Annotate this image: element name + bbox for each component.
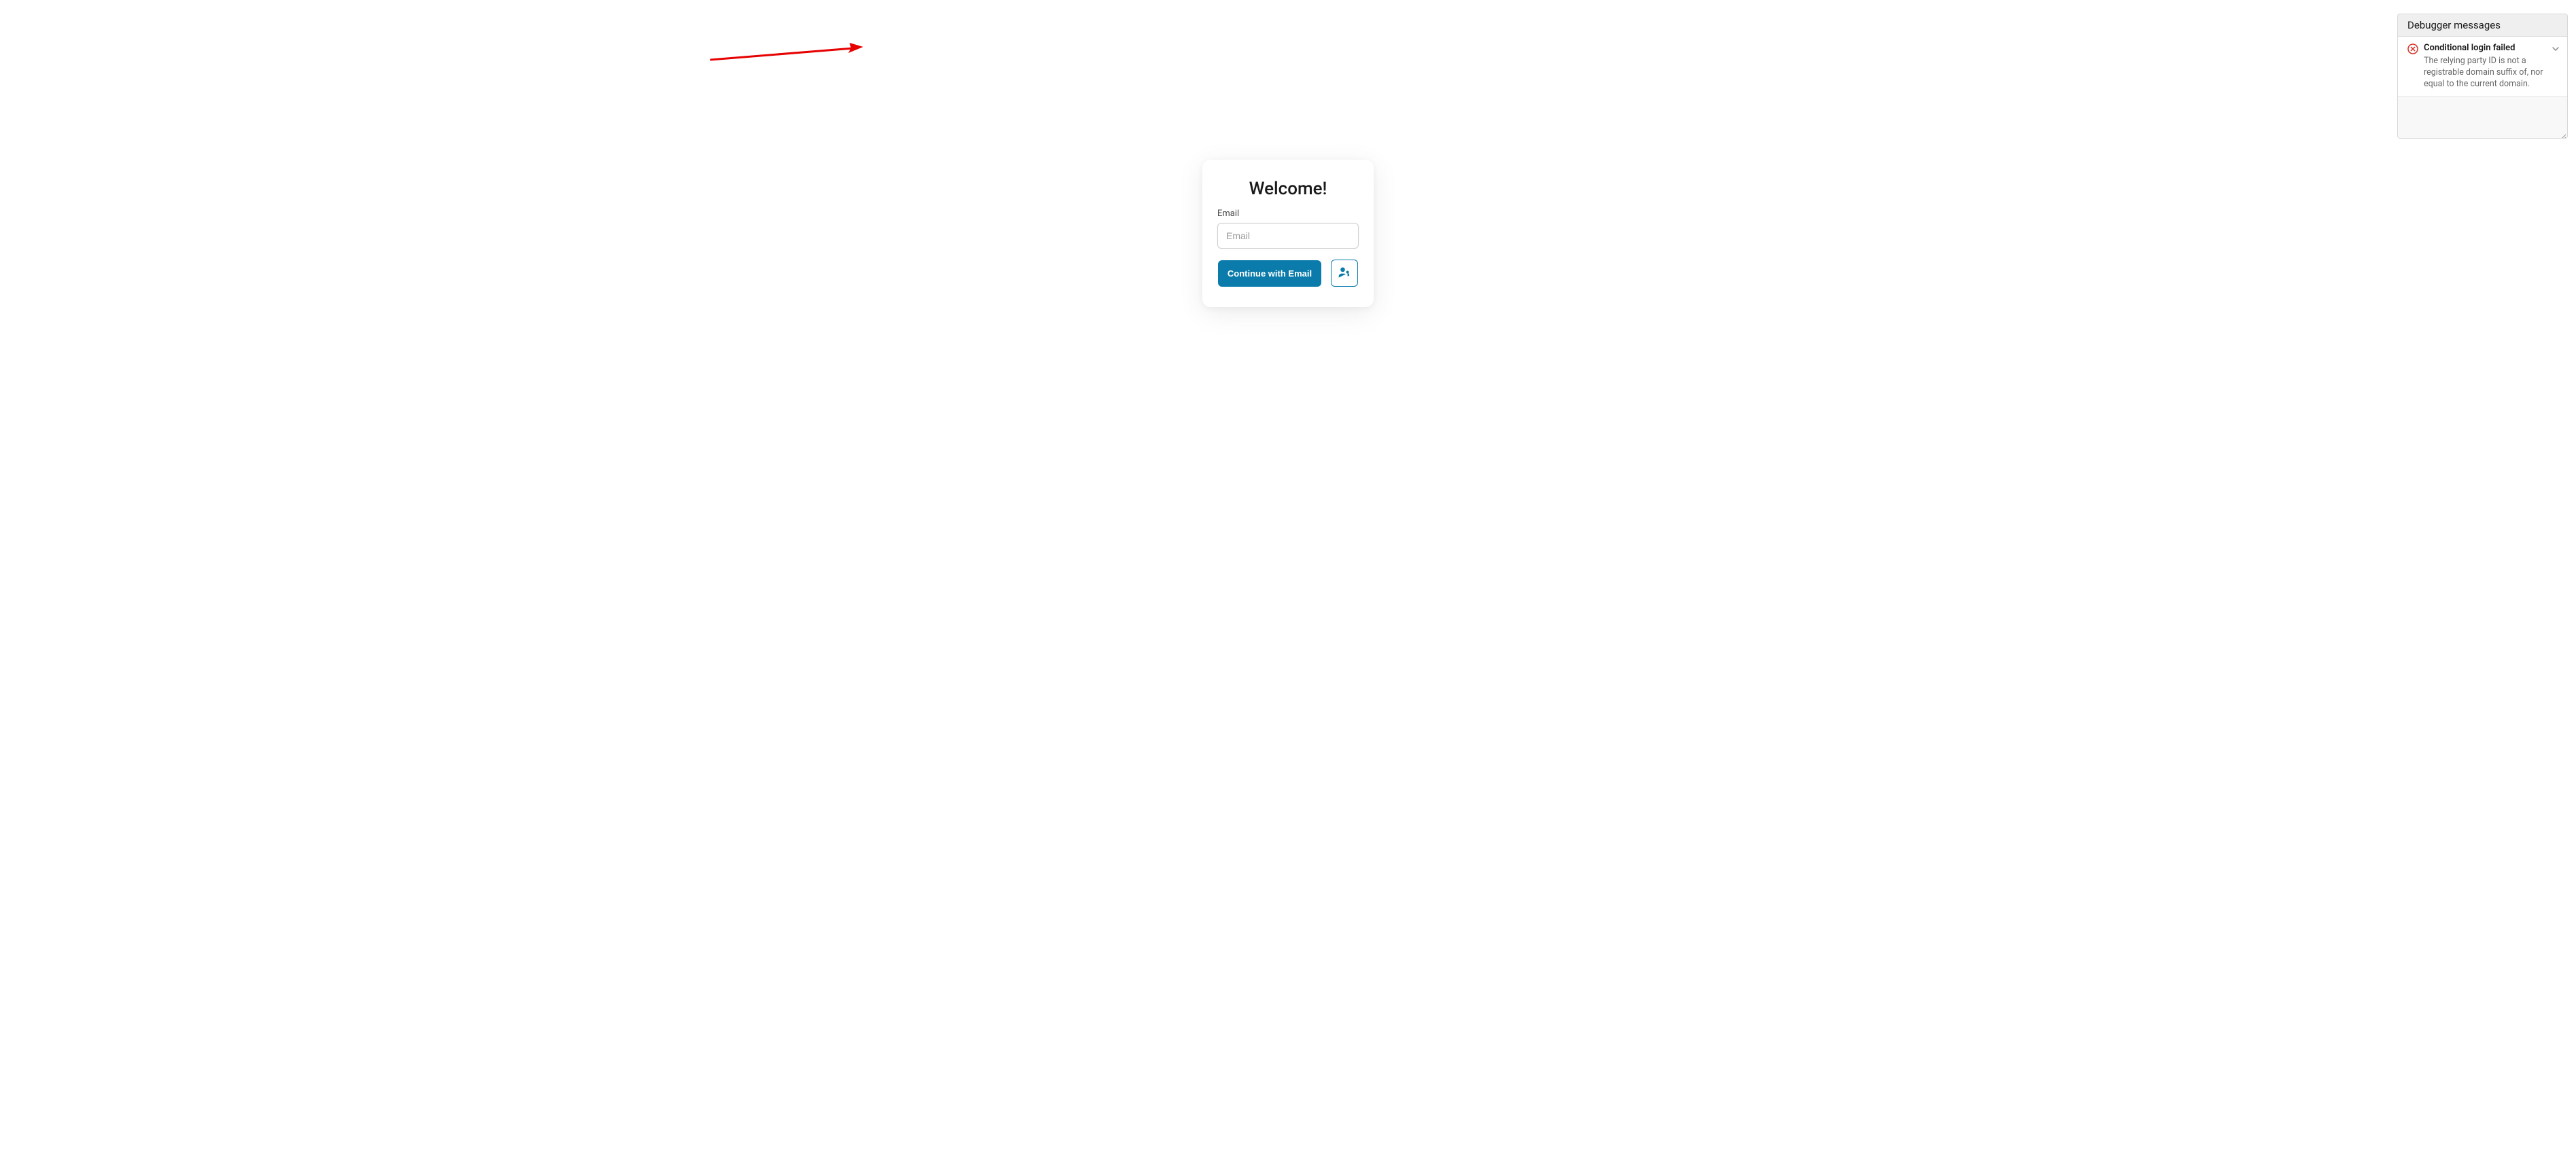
continue-with-email-button[interactable]: Continue with Email — [1218, 260, 1321, 287]
debugger-header: Debugger messages — [2398, 14, 2567, 37]
login-card: Welcome! Email Continue with Email — [1202, 160, 1374, 307]
passkey-icon — [1338, 266, 1351, 281]
resize-handle[interactable] — [2559, 130, 2566, 137]
debugger-message[interactable]: Conditional login failed The relying par… — [2398, 37, 2567, 97]
debugger-panel: Debugger messages Conditional login fail… — [2397, 14, 2568, 139]
login-title: Welcome! — [1217, 179, 1359, 199]
message-body: The relying party ID is not a registrabl… — [2424, 56, 2559, 90]
email-input[interactable] — [1217, 223, 1359, 249]
passkey-button[interactable] — [1331, 260, 1358, 287]
error-icon — [2407, 43, 2418, 54]
chevron-down-icon[interactable] — [2551, 43, 2560, 53]
email-label: Email — [1217, 209, 1359, 219]
message-title: Conditional login failed — [2424, 43, 2559, 53]
debugger-footer — [2398, 97, 2567, 138]
button-row: Continue with Email — [1217, 260, 1359, 287]
message-content: Conditional login failed The relying par… — [2424, 43, 2559, 90]
arrow-annotation — [707, 43, 870, 66]
